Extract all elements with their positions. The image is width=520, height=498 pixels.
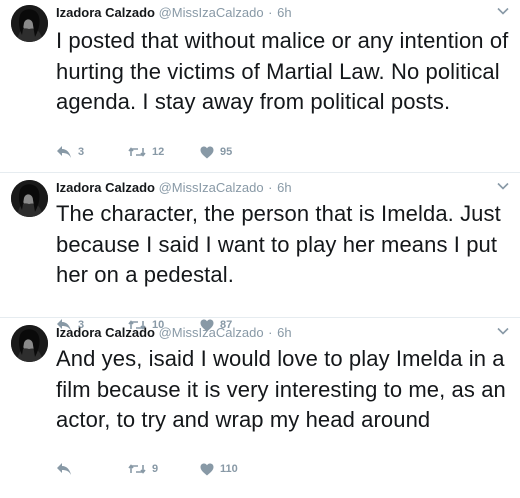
retweet-count: 9 bbox=[152, 463, 159, 475]
separator-dot: · bbox=[268, 5, 273, 20]
tweet-header: Izadora Calzado @MissIzaCalzado · 6h bbox=[56, 5, 292, 21]
heart-icon bbox=[200, 463, 214, 475]
chevron-down-icon[interactable] bbox=[496, 179, 510, 193]
tweet-text: The character, the person that is Imelda… bbox=[56, 201, 501, 287]
reply-button[interactable] bbox=[56, 462, 128, 476]
reply-icon bbox=[57, 146, 71, 158]
chevron-down-icon[interactable] bbox=[496, 4, 510, 18]
avatar[interactable] bbox=[11, 180, 48, 217]
tweet-text: And yes, isaid I would love to play Imel… bbox=[56, 346, 506, 432]
tweet[interactable]: Izadora Calzado @MissIzaCalzado · 6h And… bbox=[0, 318, 520, 498]
tweet-header: Izadora Calzado @MissIzaCalzado · 6h bbox=[56, 180, 292, 196]
like-button[interactable]: 95 bbox=[200, 146, 270, 159]
author-name[interactable]: Izadora Calzado bbox=[56, 325, 155, 340]
reply-count: 3 bbox=[78, 146, 85, 158]
like-count: 110 bbox=[220, 463, 238, 475]
separator-dot: · bbox=[268, 180, 273, 195]
author-handle[interactable]: @MissIzaCalzado bbox=[159, 5, 264, 20]
chevron-down-icon[interactable] bbox=[496, 324, 510, 338]
tweet-actions: 9 110 bbox=[56, 462, 270, 476]
tweet-timeline: Izadora Calzado @MissIzaCalzado · 6h I p… bbox=[0, 0, 520, 498]
like-count: 95 bbox=[220, 146, 233, 158]
reply-button[interactable]: 3 bbox=[56, 145, 128, 159]
tweet-text: I posted that without malice or any inte… bbox=[56, 28, 509, 114]
retweet-icon bbox=[128, 147, 146, 157]
retweet-icon bbox=[128, 464, 146, 474]
timestamp[interactable]: 6h bbox=[277, 325, 291, 340]
reply-icon bbox=[57, 463, 71, 475]
author-name[interactable]: Izadora Calzado bbox=[56, 180, 155, 195]
avatar[interactable] bbox=[11, 5, 48, 42]
heart-icon bbox=[200, 146, 214, 158]
author-name[interactable]: Izadora Calzado bbox=[56, 5, 155, 20]
timestamp[interactable]: 6h bbox=[277, 5, 291, 20]
tweet-header: Izadora Calzado @MissIzaCalzado · 6h bbox=[56, 325, 292, 341]
like-button[interactable]: 110 bbox=[200, 463, 270, 476]
timestamp[interactable]: 6h bbox=[277, 180, 291, 195]
retweet-button[interactable]: 9 bbox=[128, 463, 200, 475]
avatar[interactable] bbox=[11, 325, 48, 362]
author-handle[interactable]: @MissIzaCalzado bbox=[159, 325, 264, 340]
retweet-button[interactable]: 12 bbox=[128, 146, 200, 158]
separator-dot: · bbox=[268, 325, 273, 340]
tweet-actions: 3 12 95 bbox=[56, 145, 270, 159]
author-handle[interactable]: @MissIzaCalzado bbox=[159, 180, 264, 195]
tweet[interactable]: Izadora Calzado @MissIzaCalzado · 6h I p… bbox=[0, 0, 520, 173]
retweet-count: 12 bbox=[152, 146, 165, 158]
tweet[interactable]: Izadora Calzado @MissIzaCalzado · 6h The… bbox=[0, 173, 520, 331]
